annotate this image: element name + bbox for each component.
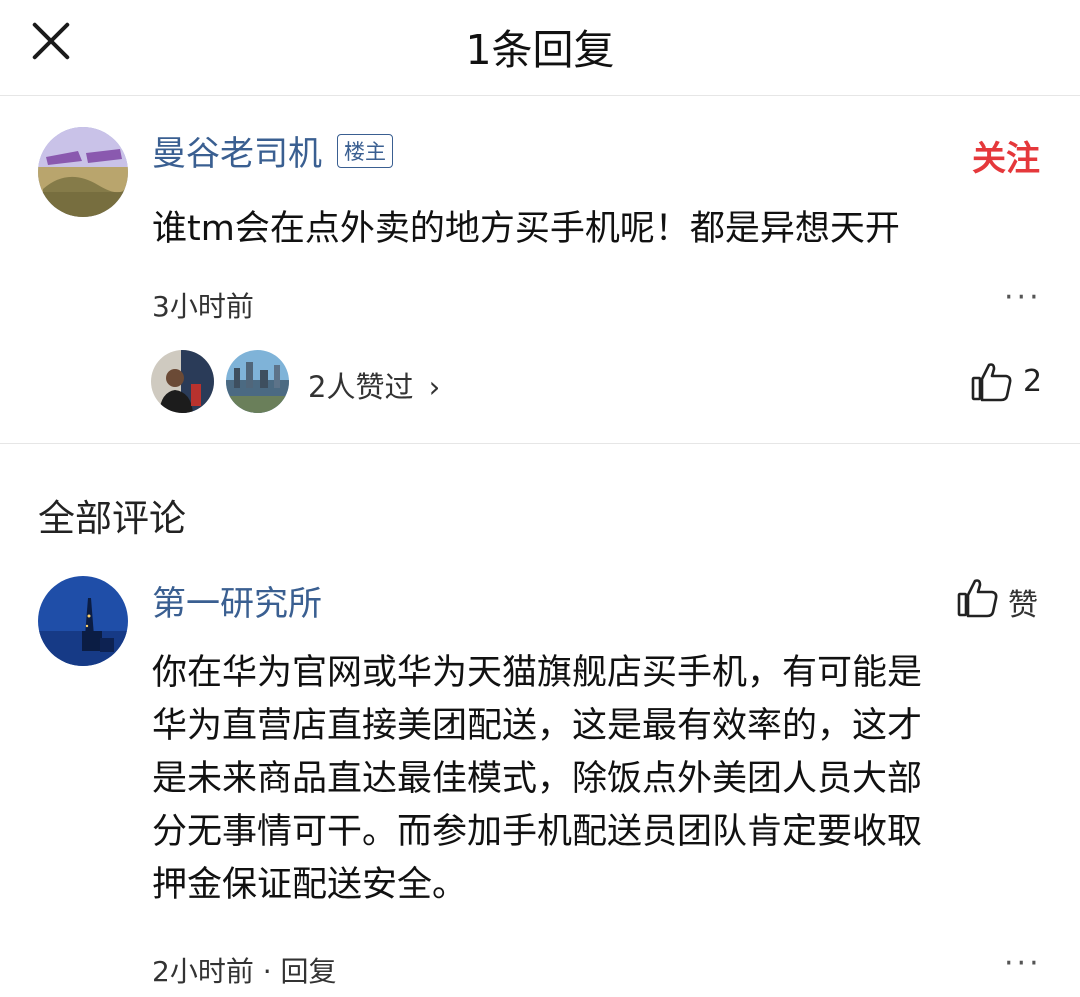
avatar-reply-commenter[interactable] xyxy=(38,576,128,666)
more-options-button[interactable]: ··· xyxy=(1004,280,1042,315)
reply-text: 你在华为官网或华为天猫旗舰店买手机，有可能是 华为直营店直接美团配送，这是最有效… xyxy=(152,647,922,912)
liker-avatar-2[interactable] xyxy=(226,350,289,413)
likers-link[interactable]: 2人赞过 › xyxy=(308,364,440,406)
reply-text-line: 是未来商品直达最佳模式，除饭点外美团人员大部 xyxy=(152,759,923,799)
page-title: 1条回复 xyxy=(465,26,615,74)
reply-text-line: 你在华为官网或华为天猫旗舰店买手机，有可能是 xyxy=(152,653,923,693)
avatar-main-commenter[interactable] xyxy=(38,127,128,217)
reply-more-options-button[interactable]: ··· xyxy=(1004,946,1042,981)
chevron-right-icon: › xyxy=(428,370,441,404)
liker-avatar-1[interactable] xyxy=(151,350,214,413)
top-bar: 1条回复 xyxy=(0,0,1080,96)
main-comment-time: 3小时前 xyxy=(152,290,254,323)
all-comments-heading: 全部评论 xyxy=(38,497,186,540)
follow-button[interactable]: 关注 xyxy=(972,131,1040,180)
reply-like-label: 赞 xyxy=(1008,588,1038,623)
reply-text-line: 分无事情可干。而参加手机配送员团队肯定要收取 xyxy=(152,812,923,852)
reply-text-line: 华为直营店直接美团配送，这是最有效率的，这才 xyxy=(152,706,923,746)
main-comment-text: 谁tm会在点外卖的地方买手机呢！都是异想天开 xyxy=(152,209,900,249)
op-badge: 楼主 xyxy=(337,134,393,168)
thumbs-up-icon[interactable] xyxy=(970,360,1014,404)
reply-commenter-name[interactable]: 第一研究所 xyxy=(152,576,322,625)
reply-text-line: 押金保证配送安全。 xyxy=(152,865,468,905)
section-divider xyxy=(0,443,1080,444)
main-commenter-name[interactable]: 曼谷老司机 xyxy=(152,126,322,175)
likers-label: 2人赞过 xyxy=(308,370,414,404)
like-count: 2 xyxy=(1023,364,1043,399)
thumbs-up-icon xyxy=(956,576,1000,620)
reply-time-and-reply-link[interactable]: 2小时前 · 回复 xyxy=(152,950,337,990)
